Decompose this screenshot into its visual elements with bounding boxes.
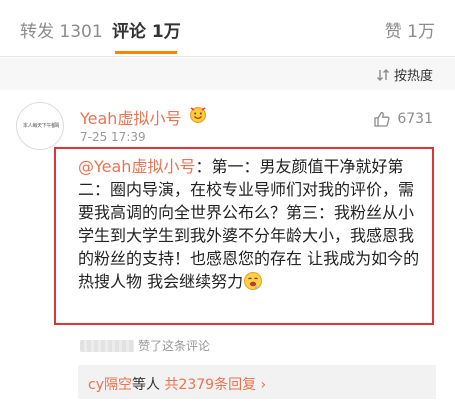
thumbs-up-icon (374, 111, 390, 127)
sort-bar: 按热度 (0, 58, 455, 90)
comment-user-name[interactable]: Yeah虚拟小号 (80, 105, 181, 129)
chevron-right-icon: › (256, 377, 267, 393)
sort-icon (376, 68, 389, 81)
comment-like-button[interactable]: 6731 (373, 110, 433, 128)
drooling-emoji-icon (244, 272, 263, 290)
liked-by-row: 赞了这条评论 (80, 337, 210, 354)
tab-comment[interactable]: 评论 1万 (112, 17, 181, 42)
vip-emoji-badge-icon (190, 107, 206, 123)
sort-label: 按热度 (393, 69, 433, 84)
tab-repost[interactable]: 转发 1301 (20, 17, 103, 42)
reply-count-link[interactable]: 共2379条回复 (164, 377, 256, 393)
replies-summary-text: cy隔空等人 共2379条回复 › (88, 374, 266, 394)
comment-timestamp: 7-25 17:39 (80, 130, 146, 144)
comment-item: 本人每天下午都睡觉 Yeah虚拟小号 7-25 17:39 6731 @Yeah… (0, 90, 455, 411)
sort-by-hot-button[interactable]: 按热度 (376, 65, 433, 84)
tabs-divider (0, 56, 455, 57)
comment-body: @Yeah虚拟小号：第一：男友颜值干净就好第二：圈内导演，在校专业导师们对我的评… (78, 155, 426, 293)
like-count: 6731 (397, 111, 433, 127)
avatar-text: 本人每天下午都睡觉 (23, 123, 59, 129)
active-tab-indicator (115, 51, 177, 54)
tab-like[interactable]: 赞 1万 (385, 17, 435, 42)
reply-mid-text: 等人 (131, 377, 165, 393)
blurred-user-name (80, 339, 134, 352)
comment-tabs-bar: 转发 1301 评论 1万 赞 1万 (0, 0, 455, 58)
avatar[interactable]: 本人每天下午都睡觉 (16, 102, 64, 150)
reply-user-link[interactable]: cy隔空 (88, 377, 132, 393)
replies-summary[interactable]: cy隔空等人 共2379条回复 › (78, 365, 436, 399)
mention-link[interactable]: @Yeah虚拟小号 (78, 157, 195, 176)
liked-by-text: 赞了这条评论 (138, 339, 211, 353)
